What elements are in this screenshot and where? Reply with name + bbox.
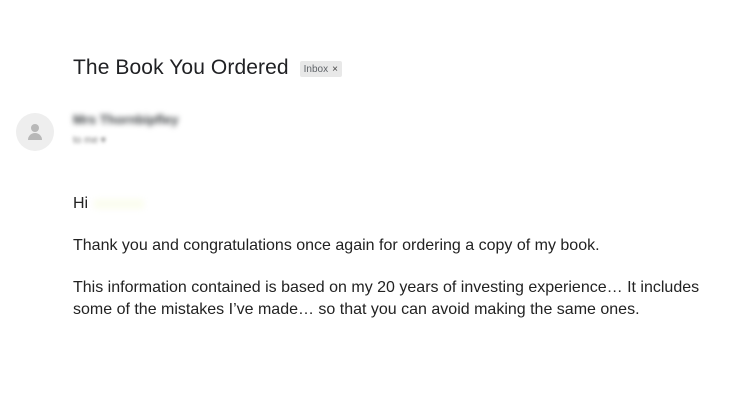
inbox-label-chip[interactable]: Inbox ×: [299, 61, 342, 77]
email-subject: The Book You Ordered: [73, 56, 289, 79]
person-icon: [31, 124, 39, 132]
sender-name[interactable]: Mrs Thornbipfley: [73, 112, 178, 127]
person-icon-body: [28, 133, 42, 140]
sender-avatar[interactable]: [16, 113, 54, 151]
body-paragraph: Thank you and congratulations once again…: [73, 237, 600, 254]
greeting-text: Hi: [73, 195, 89, 212]
email-body: Hi Thank you and congratulations once ag…: [73, 193, 723, 341]
body-paragraph: This information contained is based on m…: [73, 279, 700, 318]
redacted-recipient-name: [94, 198, 145, 209]
recipient-details-toggle[interactable]: to me ▾: [73, 135, 106, 146]
email-header: The Book You Ordered Inbox ×: [73, 56, 342, 80]
remove-label-icon[interactable]: ×: [332, 64, 338, 75]
inbox-label-text: Inbox: [303, 63, 329, 75]
greeting-line: Hi: [73, 193, 723, 215]
